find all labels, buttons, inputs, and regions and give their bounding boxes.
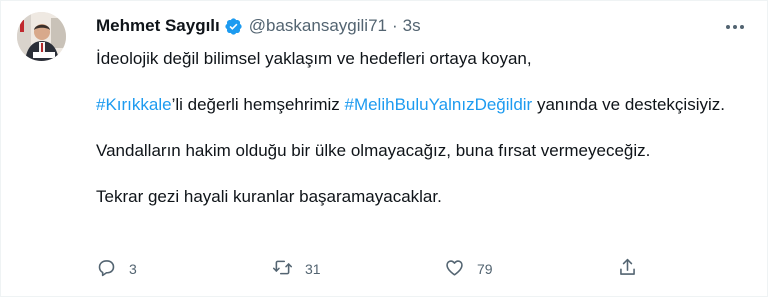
tweet-line: #Kırıkkale’li değerli hemşehrimiz #Melih…	[96, 93, 727, 117]
retweet-count: 31	[305, 261, 321, 277]
hashtag-link[interactable]: #Kırıkkale	[96, 95, 172, 114]
retweet-icon	[272, 257, 293, 281]
reply-button[interactable]: 3	[96, 256, 137, 282]
share-icon	[617, 257, 638, 281]
tweet-text: İdeolojik değil bilimsel yaklaşım ve hed…	[96, 47, 727, 209]
tweet-line: Vandalların hakim olduğu bir ülke olmaya…	[96, 141, 651, 160]
like-count: 79	[477, 261, 493, 277]
verified-badge-icon	[224, 17, 243, 36]
tweet-line: Tekrar gezi hayali kuranlar başaramayaca…	[96, 187, 442, 206]
tweet-card[interactable]: Mehmet Saygılı @baskansaygili71 · 3s İde…	[0, 0, 768, 297]
reply-count: 3	[129, 261, 137, 277]
like-icon	[444, 257, 465, 281]
author-name[interactable]: Mehmet Saygılı	[96, 16, 220, 36]
share-button[interactable]	[617, 256, 638, 282]
more-icon[interactable]	[721, 13, 749, 41]
reply-icon	[96, 257, 117, 281]
separator-dot: ·	[392, 16, 398, 35]
tweet-actions: 3 31 79	[96, 256, 656, 282]
author-handle[interactable]: @baskansaygili71	[249, 16, 387, 36]
tweet-text-segment: ’li değerli hemşehrimiz	[171, 95, 345, 114]
like-button[interactable]: 79	[444, 256, 493, 282]
tweet-header: Mehmet Saygılı @baskansaygili71 · 3s	[96, 14, 717, 38]
tweet-text-segment: yanında ve destekçisiyiz.	[532, 95, 725, 114]
tweet-line: İdeolojik değil bilimsel yaklaşım ve hed…	[96, 49, 532, 68]
avatar[interactable]	[17, 12, 66, 61]
hashtag-link[interactable]: #MelihBuluYalnızDeğildir	[344, 95, 532, 114]
retweet-button[interactable]: 31	[272, 256, 321, 282]
timestamp[interactable]: 3s	[403, 16, 421, 36]
